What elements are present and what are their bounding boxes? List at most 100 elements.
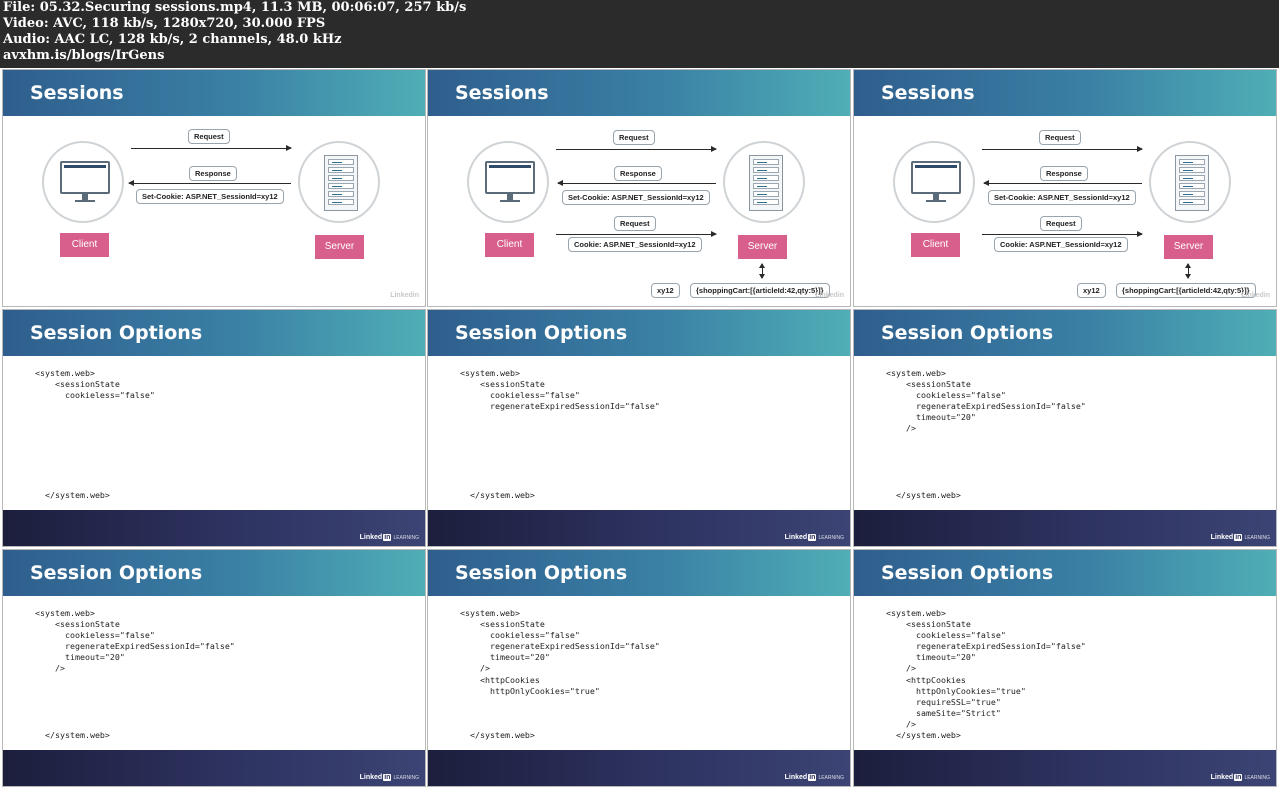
cookie-label: Cookie: ASP.NET_SessionId=xy12 — [568, 237, 702, 252]
code-line: regenerateExpiredSessionId="false" — [886, 401, 1086, 412]
code-line: timeout="20" — [886, 652, 976, 663]
code-line: regenerateExpiredSessionId="false" — [886, 641, 1086, 652]
code-close-tag: </system.web> — [460, 730, 535, 740]
code-line: regenerateExpiredSessionId="false" — [35, 641, 235, 652]
config-code-block: <system.web> <sessionState cookieless="f… — [886, 608, 1086, 741]
footer-bar: Linked in LEARNING — [3, 510, 425, 546]
code-line: <sessionState — [460, 619, 545, 630]
code-line: cookieless="false" — [886, 390, 1006, 401]
code-line: <httpCookies — [460, 674, 540, 685]
slide-title: Sessions — [30, 82, 124, 104]
client-circle — [42, 141, 124, 223]
set-cookie-label: Set-Cookie: ASP.NET_SessionId=xy12 — [562, 190, 710, 205]
code-close-tag: </system.web> — [35, 730, 110, 740]
title-bar: Session Options — [854, 310, 1276, 356]
code-line: <sessionState — [460, 379, 545, 390]
request-label: Request — [188, 129, 230, 144]
slide-title: Session Options — [455, 322, 628, 344]
code-line: cookieless="false" — [460, 390, 580, 401]
response-label: Response — [1040, 166, 1088, 181]
request-label: Request — [613, 130, 655, 145]
slide-title: Session Options — [455, 562, 628, 584]
config-code-block: <system.web> <sessionState cookieless="f… — [35, 368, 155, 401]
request-label: Request — [1039, 130, 1081, 145]
session-store-label: {shoppingCart:[{articleId:42,qty:5}]} — [690, 283, 830, 298]
config-code-block: <system.web> <sessionState cookieless="f… — [460, 368, 660, 412]
code-line: /> — [35, 663, 65, 674]
request2-arrow-icon — [556, 231, 717, 237]
thumbnail-session-options-6[interactable]: Session Options <system.web> <sessionSta… — [853, 549, 1277, 787]
cookie-label: Cookie: ASP.NET_SessionId=xy12 — [994, 237, 1128, 252]
thumbnail-session-options-3[interactable]: Session Options <system.web> <sessionSta… — [853, 309, 1277, 547]
code-line: <system.web> — [886, 608, 946, 618]
thumbnail-session-options-5[interactable]: Session Options <system.web> <sessionSta… — [427, 549, 851, 787]
thumbnail-sessions-3[interactable]: Sessions Request Response Set-Cookie: AS… — [853, 69, 1277, 307]
client-label: Client — [911, 233, 960, 257]
file-info-line: File: 05.32.Securing sessions.mp4, 11.3 … — [3, 0, 467, 15]
server-circle — [298, 141, 380, 223]
code-line: <httpCookies — [886, 674, 966, 685]
linkedin-watermark: Linkedin — [815, 292, 844, 299]
bidirectional-arrow-icon — [759, 263, 765, 279]
server-label: Server — [315, 235, 364, 259]
linkedin-learning-logo: Linked in LEARNING — [784, 534, 844, 541]
footer-bar: Linked in LEARNING — [428, 750, 850, 786]
code-close-tag: </system.web> — [35, 490, 110, 500]
code-line: httpOnlyCookies="true" — [460, 685, 600, 696]
code-line: requireSSL="true" — [886, 696, 1001, 707]
session-store-label: {shoppingCart:[{articleId:42,qty:5}]} — [1116, 283, 1256, 298]
client-circle — [467, 141, 549, 223]
title-bar: Sessions — [854, 70, 1276, 116]
request-arrow-icon — [131, 145, 292, 151]
slide-title: Session Options — [30, 322, 203, 344]
server-label: Server — [1164, 235, 1213, 259]
thumbnail-session-options-2[interactable]: Session Options <system.web> <sessionSta… — [427, 309, 851, 547]
code-line: regenerateExpiredSessionId="false" — [460, 641, 660, 652]
config-code-block: <system.web> <sessionState cookieless="f… — [460, 608, 660, 697]
code-line: cookieless="false" — [35, 390, 155, 401]
server-icon — [1175, 155, 1209, 211]
session-key-label: xy12 — [1077, 283, 1106, 298]
code-line: /> — [886, 423, 916, 434]
response-label: Response — [189, 166, 237, 181]
file-info-header: File: 05.32.Securing sessions.mp4, 11.3 … — [0, 0, 1279, 68]
linkedin-learning-logo: Linked in LEARNING — [359, 534, 419, 541]
thumbnail-session-options-1[interactable]: Session Options <system.web> <sessionSta… — [2, 309, 426, 547]
code-line: httpOnlyCookies="true" — [886, 685, 1026, 696]
thumbnail-session-options-4[interactable]: Session Options <system.web> <sessionSta… — [2, 549, 426, 787]
thumbnail-sessions-1[interactable]: Sessions Request Response Set-Cookie: AS… — [2, 69, 426, 307]
footer-bar: Linked in LEARNING — [854, 510, 1276, 546]
audio-info-line: Audio: AAC LC, 128 kb/s, 2 channels, 48.… — [3, 32, 342, 47]
linkedin-learning-logo: Linked in LEARNING — [1210, 534, 1270, 541]
linkedin-learning-logo: Linked in LEARNING — [784, 774, 844, 781]
code-line: cookieless="false" — [35, 630, 155, 641]
code-line: <sessionState — [35, 379, 120, 390]
footer-bar: Linked in LEARNING — [428, 510, 850, 546]
title-bar: Session Options — [3, 310, 425, 356]
code-line: cookieless="false" — [886, 630, 1006, 641]
source-url-line: avxhm.is/blogs/IrGens — [3, 48, 165, 63]
footer-bar: Linked in LEARNING — [3, 750, 425, 786]
set-cookie-label: Set-Cookie: ASP.NET_SessionId=xy12 — [988, 190, 1136, 205]
title-bar: Session Options — [428, 550, 850, 596]
code-line: timeout="20" — [35, 652, 125, 663]
code-line: </system.web> — [886, 730, 961, 741]
linkedin-learning-logo: Linked in LEARNING — [1210, 774, 1270, 781]
server-circle — [723, 141, 805, 223]
monitor-icon — [911, 161, 961, 194]
response-arrow-icon — [983, 180, 1142, 186]
code-line: timeout="20" — [886, 412, 976, 423]
monitor-icon — [60, 161, 110, 194]
slide-title: Sessions — [881, 82, 975, 104]
response-arrow-icon — [128, 180, 291, 186]
code-line: <system.web> — [460, 368, 520, 378]
request-arrow-icon — [982, 146, 1143, 152]
title-bar: Sessions — [3, 70, 425, 116]
title-bar: Sessions — [428, 70, 850, 116]
thumbnail-sessions-2[interactable]: Sessions Request Response Set-Cookie: AS… — [427, 69, 851, 307]
response-label: Response — [614, 166, 662, 181]
slide-title: Session Options — [30, 562, 203, 584]
client-label: Client — [60, 233, 109, 257]
code-close-tag: </system.web> — [886, 490, 961, 500]
footer-bar: Linked in LEARNING — [854, 750, 1276, 786]
